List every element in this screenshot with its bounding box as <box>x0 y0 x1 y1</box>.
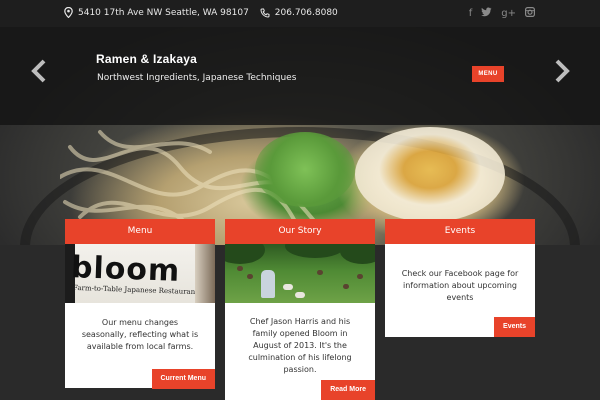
hero-header-overlay <box>0 27 600 125</box>
menu-card: Menu bloom Farm-to-Table Japanese Restau… <box>65 219 215 389</box>
tree-shape <box>340 244 375 264</box>
phone-icon <box>260 8 270 18</box>
twitter-icon[interactable] <box>481 7 492 21</box>
dog-figure <box>283 284 293 290</box>
menu-card-body: Our menu changes seasonally, reflecting … <box>81 318 199 351</box>
location-pin-icon <box>64 7 73 18</box>
tree-shape <box>285 244 345 258</box>
phone-link[interactable]: 206.706.8080 <box>260 8 338 18</box>
menu-card-image: bloom Farm-to-Table Japanese Restaurant <box>65 244 215 303</box>
events-card-title[interactable]: Events <box>385 219 535 244</box>
chicken-figure <box>317 270 323 275</box>
events-button[interactable]: Events <box>494 317 535 337</box>
bloom-logo-text: bloom <box>70 250 181 289</box>
image-noodles <box>195 244 215 303</box>
facebook-icon[interactable]: f <box>469 8 473 20</box>
current-menu-button[interactable]: Current Menu <box>151 369 215 389</box>
events-card-body: Check our Facebook page for information … <box>401 269 519 302</box>
chicken-figure <box>237 266 243 271</box>
chicken-figure <box>247 274 253 279</box>
story-card-image <box>225 244 375 303</box>
site-tagline: Northwest Ingredients, Japanese Techniqu… <box>97 73 297 83</box>
dog-figure <box>295 292 305 298</box>
menu-card-title[interactable]: Menu <box>65 219 215 244</box>
google-plus-icon[interactable]: g+ <box>501 8 516 20</box>
top-bar: 5410 17th Ave NW Seattle, WA 98107 206.7… <box>0 0 600 27</box>
address-text: 5410 17th Ave NW Seattle, WA 98107 <box>78 7 249 18</box>
tree-shape <box>225 244 265 264</box>
story-card-body: Chef Jason Harris and his family opened … <box>248 317 352 374</box>
phone-text: 206.706.8080 <box>274 7 338 18</box>
carousel-next-icon[interactable] <box>552 59 572 83</box>
person-figure <box>261 270 275 298</box>
read-more-button[interactable]: Read More <box>321 380 375 400</box>
instagram-icon[interactable] <box>525 7 536 21</box>
chicken-figure <box>357 274 363 279</box>
scallions <box>255 132 355 207</box>
social-links: f g+ <box>469 7 536 21</box>
chicken-figure <box>343 284 349 289</box>
soft-boiled-egg <box>355 127 505 222</box>
story-card: Our Story Chef Jason Harris and his fami… <box>225 219 375 400</box>
contact-info: 5410 17th Ave NW Seattle, WA 98107 206.7… <box>64 7 338 18</box>
events-card: Events Check our Facebook page for infor… <box>385 219 535 337</box>
carousel-prev-icon[interactable] <box>29 59 49 83</box>
menu-button[interactable]: MENU <box>472 66 504 82</box>
hero-banner: Ramen & Izakaya Northwest Ingredients, J… <box>0 27 600 245</box>
site-title[interactable]: Ramen & Izakaya <box>96 52 197 66</box>
story-card-title[interactable]: Our Story <box>225 219 375 244</box>
